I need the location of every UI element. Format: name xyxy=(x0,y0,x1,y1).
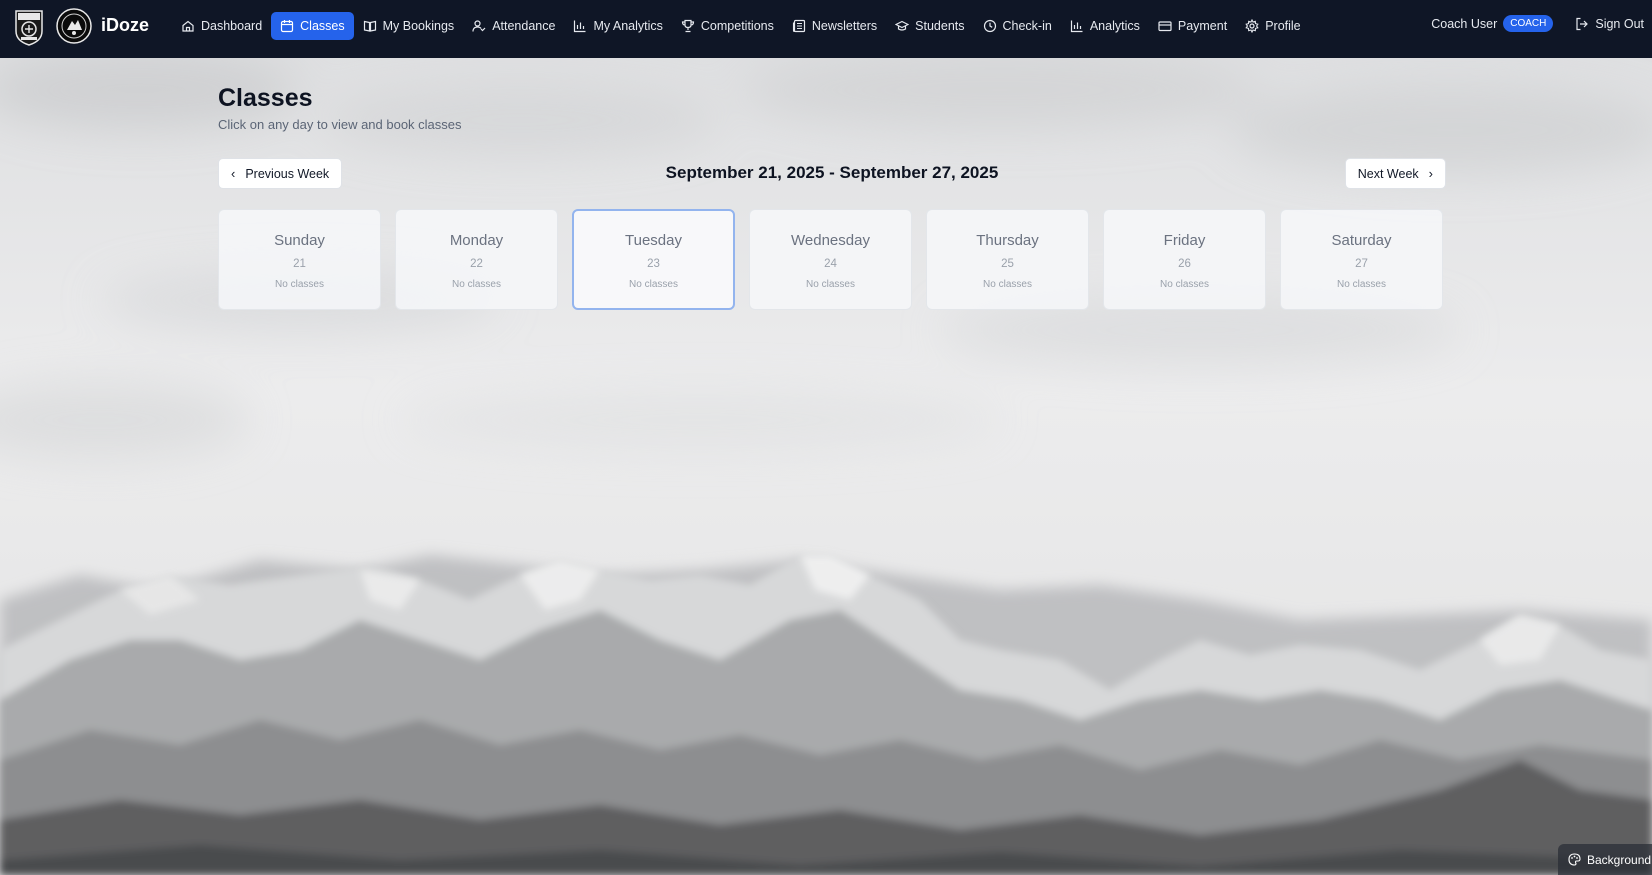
graduation-cap-icon xyxy=(895,20,910,31)
day-date: 21 xyxy=(293,258,306,270)
user-area: Coach User COACH Sign Out xyxy=(1431,15,1644,32)
week-navigation: ‹ Previous Week September 21, 2025 - Sep… xyxy=(218,158,1446,190)
gear-icon xyxy=(1245,19,1259,33)
nav-classes-label: Classes xyxy=(300,19,345,33)
calendar-icon xyxy=(281,20,294,33)
page-subtitle: Click on any day to view and book classe… xyxy=(218,117,462,132)
sign-out-icon xyxy=(1576,17,1589,30)
clock-icon xyxy=(983,19,996,33)
sign-out-button[interactable]: Sign Out xyxy=(1575,17,1644,31)
nav-check-in-label: Check-in xyxy=(1002,19,1052,33)
day-date: 26 xyxy=(1178,258,1191,270)
bar-chart-icon xyxy=(574,20,586,33)
day-card-sunday[interactable]: Sunday 21 No classes xyxy=(218,209,381,310)
nav-my-analytics-label: My Analytics xyxy=(593,19,663,33)
day-date: 23 xyxy=(647,258,660,270)
nav-dashboard[interactable]: Dashboard xyxy=(172,12,271,40)
day-name: Saturday xyxy=(1331,232,1392,249)
nav-attendance[interactable]: Attendance xyxy=(463,12,564,40)
newspaper-icon xyxy=(792,19,805,33)
nav-classes[interactable]: Classes xyxy=(271,12,354,40)
main-nav: Dashboard Classes My Bookings Attendance… xyxy=(172,12,1310,40)
club-logo-icon[interactable] xyxy=(56,8,92,44)
day-status: No classes xyxy=(629,279,678,290)
background-toggle-button[interactable]: Background xyxy=(1558,844,1652,875)
nav-newsletters[interactable]: Newsletters xyxy=(783,12,886,40)
nav-competitions-label: Competitions xyxy=(700,19,774,33)
page-title: Classes xyxy=(218,84,313,112)
brand-name[interactable]: iDoze xyxy=(101,15,149,36)
background-toggle-label: Background xyxy=(1587,852,1652,867)
day-status: No classes xyxy=(806,279,855,290)
day-card-thursday[interactable]: Thursday 25 No classes xyxy=(926,209,1089,310)
nav-profile[interactable]: Profile xyxy=(1236,12,1309,40)
nav-my-bookings-label: My Bookings xyxy=(382,19,455,33)
nav-dashboard-label: Dashboard xyxy=(201,19,263,33)
next-week-label: Next Week xyxy=(1357,166,1419,181)
nav-profile-label: Profile xyxy=(1265,19,1301,33)
day-status: No classes xyxy=(452,279,501,290)
bar-chart-icon xyxy=(1070,20,1083,33)
nav-payment-label: Payment xyxy=(1177,19,1228,33)
nav-analytics[interactable]: Analytics xyxy=(1061,12,1149,40)
week-range-title: September 21, 2025 - September 27, 2025 xyxy=(665,163,999,182)
nav-check-in[interactable]: Check-in xyxy=(974,12,1061,40)
nav-analytics-label: Analytics xyxy=(1089,19,1140,33)
nav-my-bookings[interactable]: My Bookings xyxy=(354,12,464,40)
user-check-icon xyxy=(472,20,486,32)
day-card-tuesday[interactable]: Tuesday 23 No classes xyxy=(572,209,735,310)
week-days-grid: Sunday 21 No classes Monday 22 No classe… xyxy=(218,209,1446,310)
nav-competitions[interactable]: Competitions xyxy=(672,12,783,40)
palette-icon xyxy=(1568,853,1581,866)
day-name: Tuesday xyxy=(625,232,682,249)
main-content: Classes Click on any day to view and boo… xyxy=(218,84,1446,310)
day-card-saturday[interactable]: Saturday 27 No classes xyxy=(1280,209,1443,310)
day-date: 24 xyxy=(824,258,837,270)
nav-students-label: Students xyxy=(915,19,965,33)
sign-out-label: Sign Out xyxy=(1595,16,1644,31)
day-name: Monday xyxy=(449,232,504,249)
day-status: No classes xyxy=(275,279,324,290)
day-card-wednesday[interactable]: Wednesday 24 No classes xyxy=(749,209,912,310)
day-date: 25 xyxy=(1001,258,1014,270)
day-date: 22 xyxy=(470,258,483,270)
book-icon xyxy=(363,20,376,32)
nav-attendance-label: Attendance xyxy=(492,19,556,33)
day-status: No classes xyxy=(1160,279,1209,290)
day-status: No classes xyxy=(1337,279,1386,290)
day-date: 27 xyxy=(1355,258,1368,270)
nav-students[interactable]: Students xyxy=(886,12,973,40)
day-name: Friday xyxy=(1163,232,1206,249)
day-card-friday[interactable]: Friday 26 No classes xyxy=(1103,209,1266,310)
day-card-monday[interactable]: Monday 22 No classes xyxy=(395,209,558,310)
detroit-logo-icon[interactable] xyxy=(12,7,46,47)
top-navbar: iDoze Dashboard Classes My Bookings Atte… xyxy=(0,0,1652,58)
role-badge: COACH xyxy=(1503,15,1554,32)
credit-card-icon xyxy=(1158,21,1172,32)
day-name: Wednesday xyxy=(791,232,870,249)
nav-my-analytics[interactable]: My Analytics xyxy=(564,12,671,40)
day-name: Sunday xyxy=(274,232,325,249)
day-name: Thursday xyxy=(976,232,1039,249)
chevron-right-icon: › xyxy=(1428,166,1433,181)
nav-newsletters-label: Newsletters xyxy=(811,19,878,33)
nav-payment[interactable]: Payment xyxy=(1149,12,1236,40)
day-status: No classes xyxy=(983,279,1032,290)
trophy-icon xyxy=(681,19,695,33)
user-name: Coach User xyxy=(1431,16,1498,31)
home-icon xyxy=(182,20,194,32)
next-week-button[interactable]: Next Week › xyxy=(1344,158,1446,189)
